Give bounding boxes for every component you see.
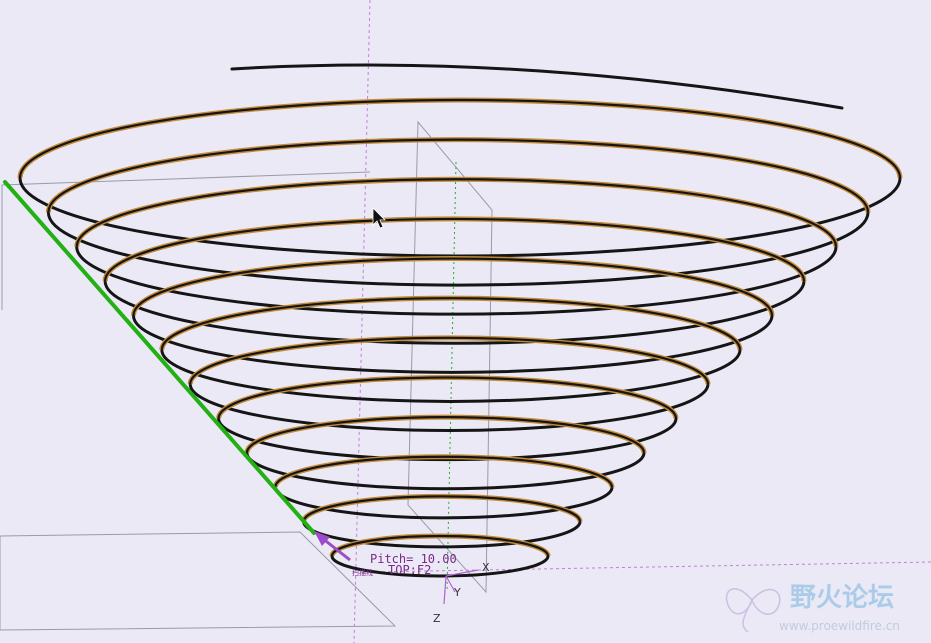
watermark: 野火论坛 www.proewildfire.cn [725, 583, 900, 633]
datum-axis-vertical [353, 0, 371, 643]
section-label: 扫描线 [352, 568, 373, 577]
helix-coil-back [74, 176, 839, 247]
datum-label: TOP:F2 [388, 563, 431, 577]
watermark-title: 野火论坛 [790, 583, 894, 613]
helix-coil-back-core [75, 178, 838, 247]
svg-text:Z: Z [433, 612, 441, 625]
cursor-arrow-icon [372, 207, 386, 229]
butterfly-logo-icon [725, 588, 781, 633]
watermark-url: www.proewildfire.cn [779, 619, 900, 633]
datum-plane-right [407, 120, 493, 594]
helix-coil-front [217, 418, 678, 462]
svg-text:X: X [482, 561, 490, 574]
helix-sweep-model[interactable]: Pitch= 10.00 TOP:F2 扫描线 X Y Z 野火论坛 www.p… [0, 0, 931, 643]
helix-coil-back [216, 374, 679, 419]
helix-coil-back [130, 256, 775, 316]
helix-coil-back-core [217, 376, 678, 419]
svg-text:Y: Y [453, 586, 461, 599]
datum-plane-top [0, 531, 397, 631]
model-viewport[interactable]: Pitch= 10.00 TOP:F2 扫描线 X Y Z 野火论坛 www.p… [0, 0, 931, 643]
helix-coil-front [103, 281, 806, 345]
helix-coil-back-core [132, 257, 774, 316]
helix-coil-front [273, 487, 614, 520]
